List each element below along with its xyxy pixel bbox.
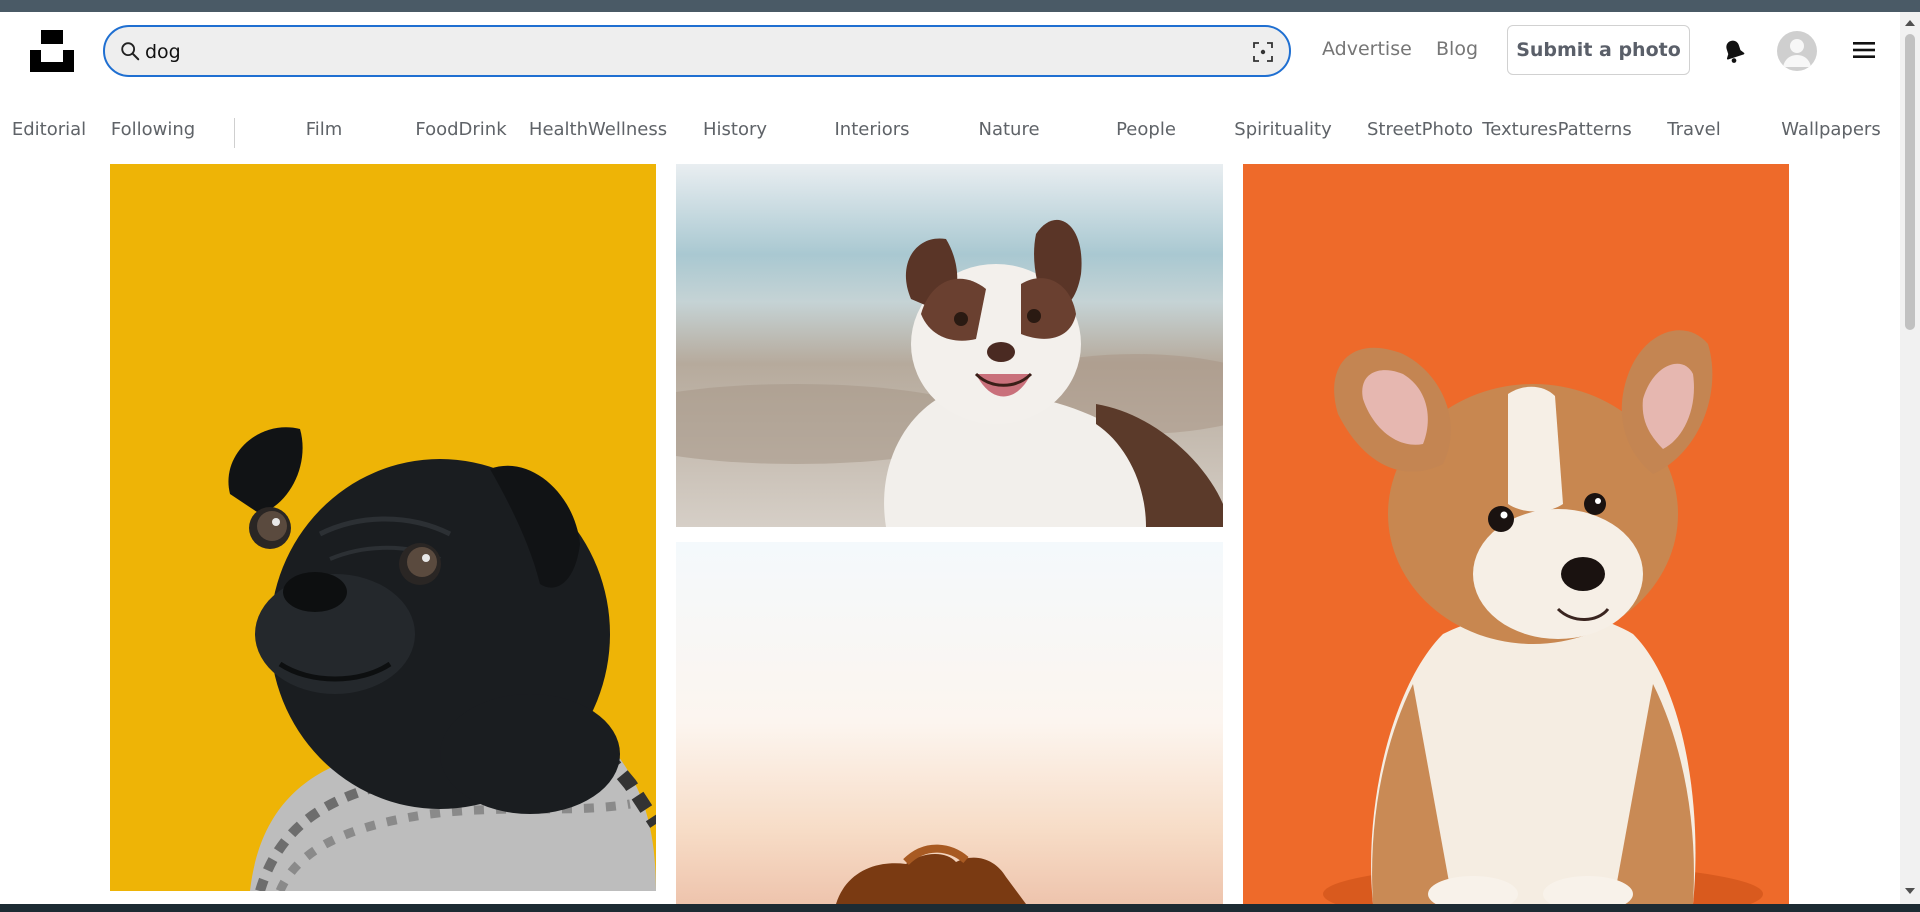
hamburger-menu-icon[interactable] xyxy=(1851,38,1877,62)
logo-notch xyxy=(41,50,63,62)
photo-pug-in-sweater[interactable] xyxy=(110,164,656,891)
topic-navigation: Editorial Following Film FoodDrink Healt… xyxy=(0,112,1900,152)
corgi-illustration xyxy=(1243,164,1789,904)
search-input[interactable] xyxy=(145,37,1205,67)
topic-texturespatterns[interactable]: TexturesPatterns xyxy=(1482,119,1631,140)
topic-spirituality[interactable]: Spirituality xyxy=(1234,119,1331,140)
advertise-link[interactable]: Advertise xyxy=(1322,38,1412,60)
visual-search-icon[interactable] xyxy=(1251,40,1275,64)
page-scrollbar[interactable] xyxy=(1900,12,1920,904)
topic-history[interactable]: History xyxy=(703,119,767,140)
photo-australian-shepherd[interactable] xyxy=(676,164,1223,527)
topic-editorial[interactable]: Editorial xyxy=(12,119,86,140)
sunset-illustration xyxy=(676,542,1223,904)
default-user-icon xyxy=(1783,39,1811,67)
submit-photo-button[interactable]: Submit a photo xyxy=(1507,25,1690,75)
search-bar[interactable] xyxy=(103,25,1291,77)
photo-dog-at-sunset[interactable] xyxy=(676,542,1223,904)
topic-film[interactable]: Film xyxy=(306,119,343,140)
topic-following[interactable]: Following xyxy=(111,119,195,140)
user-avatar[interactable] xyxy=(1777,31,1817,71)
site-header: Advertise Blog Submit a photo xyxy=(0,12,1900,90)
topic-healthwellness[interactable]: HealthWellness xyxy=(529,119,667,140)
logo-top-block xyxy=(41,30,63,44)
topic-people[interactable]: People xyxy=(1116,119,1176,140)
topic-divider xyxy=(234,118,235,148)
topic-interiors[interactable]: Interiors xyxy=(834,119,909,140)
scroll-thumb[interactable] xyxy=(1905,34,1915,330)
blog-link[interactable]: Blog xyxy=(1436,38,1478,60)
topic-streetphoto[interactable]: StreetPhoto xyxy=(1367,119,1473,140)
topic-travel[interactable]: Travel xyxy=(1667,119,1721,140)
shepherd-illustration xyxy=(676,164,1223,527)
pug-illustration xyxy=(110,164,656,891)
scroll-down-arrow-icon[interactable] xyxy=(1905,888,1915,894)
topic-fooddrink[interactable]: FoodDrink xyxy=(415,119,506,140)
topic-nature[interactable]: Nature xyxy=(978,119,1039,140)
photo-corgi-puppy[interactable] xyxy=(1243,164,1789,904)
topic-wallpapers[interactable]: Wallpapers xyxy=(1781,119,1880,140)
unsplash-logo[interactable] xyxy=(30,30,74,72)
taskbar-strip xyxy=(0,904,1920,912)
notification-bell-icon[interactable] xyxy=(1720,37,1748,65)
browser-top-strip xyxy=(0,0,1920,12)
search-icon[interactable] xyxy=(119,40,141,62)
scroll-up-arrow-icon[interactable] xyxy=(1905,20,1915,26)
